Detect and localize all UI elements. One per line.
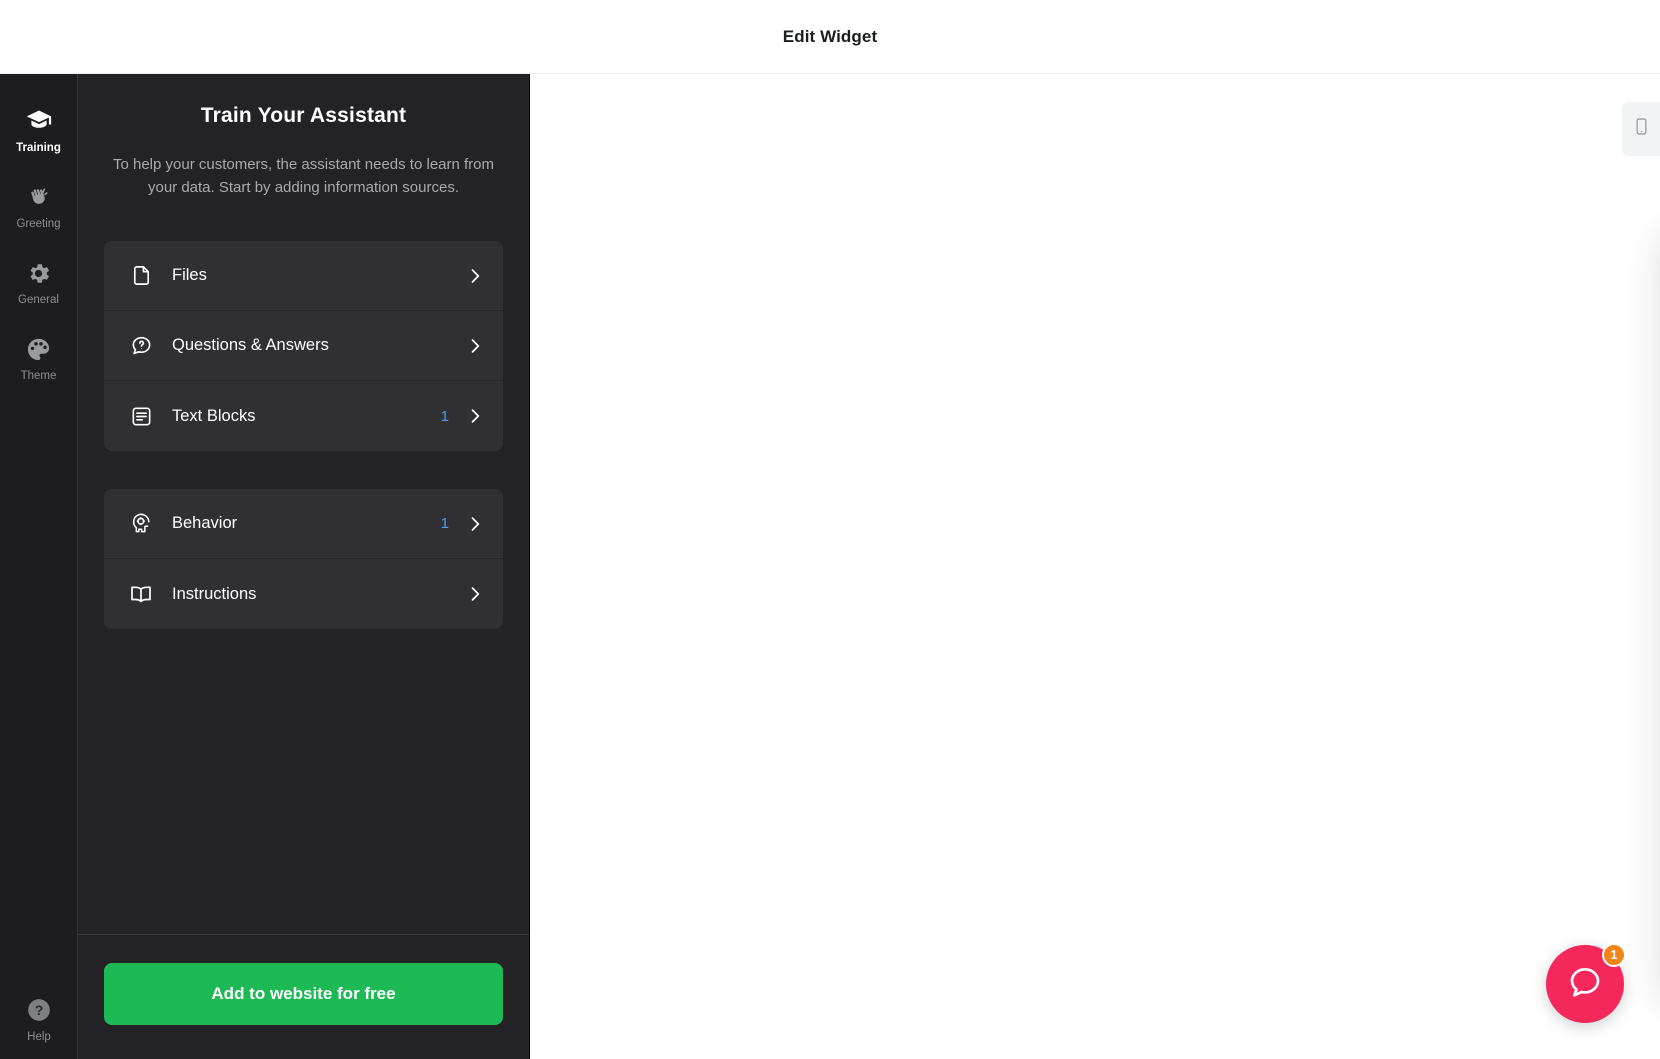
panel-title: Train Your Assistant	[200, 104, 407, 127]
chevron-right-icon	[465, 406, 485, 426]
rail-item-label: Greeting	[16, 218, 61, 230]
row-label: Files	[172, 266, 207, 284]
file-icon	[126, 264, 156, 287]
rail-item-greeting[interactable]: Greeting	[0, 168, 78, 244]
settings-panel: Train Your Assistant To help your custom…	[78, 74, 530, 1059]
row-text-blocks[interactable]: Text Blocks 1	[104, 381, 503, 451]
graduation-cap-icon	[24, 106, 54, 136]
device-toggle-button[interactable]	[1622, 102, 1660, 156]
row-questions-answers[interactable]: Questions & Answers	[104, 311, 503, 381]
mobile-phone-icon	[1632, 117, 1651, 141]
rail-item-label: Theme	[20, 370, 57, 382]
panel-description: To help your customers, the assistant ne…	[112, 156, 495, 196]
chevron-right-icon	[465, 584, 485, 604]
panel-footer: Add to website for free	[78, 934, 529, 1059]
rail-item-general[interactable]: General	[0, 244, 78, 320]
chevron-right-icon	[465, 336, 485, 356]
icon-rail: Training Greeting General Theme ? Help	[0, 74, 78, 1059]
rail-item-label: Training	[16, 142, 61, 154]
rail-item-training[interactable]: Training	[0, 92, 78, 168]
row-behavior[interactable]: Behavior 1	[104, 489, 503, 559]
question-circle-icon: ?	[24, 995, 54, 1025]
row-label: Instructions	[172, 584, 257, 603]
gear-icon	[24, 258, 54, 288]
behavior-group: Behavior 1 Instructions	[104, 489, 503, 629]
rail-item-label: General	[18, 294, 59, 306]
row-count: 1	[440, 515, 449, 532]
row-label: Behavior	[172, 514, 238, 532]
add-to-website-button[interactable]: Add to website for free	[104, 963, 503, 1025]
row-instructions[interactable]: Instructions	[104, 559, 503, 629]
row-label: Questions & Answers	[172, 336, 329, 354]
page-title: Edit Widget	[782, 26, 878, 46]
chat-bubble-icon	[1566, 963, 1604, 1006]
panel-content: Train Your Assistant To help your custom…	[78, 74, 529, 934]
launcher-badge: 1	[1602, 943, 1626, 967]
palette-icon	[24, 334, 54, 364]
chevron-right-icon	[465, 514, 485, 534]
chat-launcher-button[interactable]: 1	[1546, 943, 1626, 1023]
body-row: Training Greeting General Theme ? Help T…	[0, 74, 1660, 1059]
rail-item-theme[interactable]: Theme	[0, 320, 78, 396]
rail-item-help[interactable]: ? Help	[0, 995, 78, 1043]
row-files[interactable]: Files	[104, 241, 503, 311]
text-lines-icon	[126, 405, 156, 428]
chevron-right-icon	[465, 266, 485, 286]
waving-hand-icon	[24, 182, 54, 212]
question-bubble-icon	[126, 334, 156, 357]
row-label: Text Blocks	[172, 406, 256, 425]
open-book-icon	[126, 582, 156, 606]
brain-head-icon	[126, 512, 156, 535]
svg-text:?: ?	[35, 1002, 44, 1018]
rail-item-label: Help	[27, 1031, 51, 1043]
sources-group: Files Questions & Answers Text Blocks 1	[104, 241, 503, 451]
top-bar: Edit Widget	[0, 0, 1660, 74]
edit-widget-app: Edit Widget Training Greeting General Th…	[0, 0, 1660, 1059]
row-count: 1	[440, 407, 449, 425]
preview-canvas: Virtual Assistant Hi there 👋 How can I h…	[530, 74, 1660, 1059]
